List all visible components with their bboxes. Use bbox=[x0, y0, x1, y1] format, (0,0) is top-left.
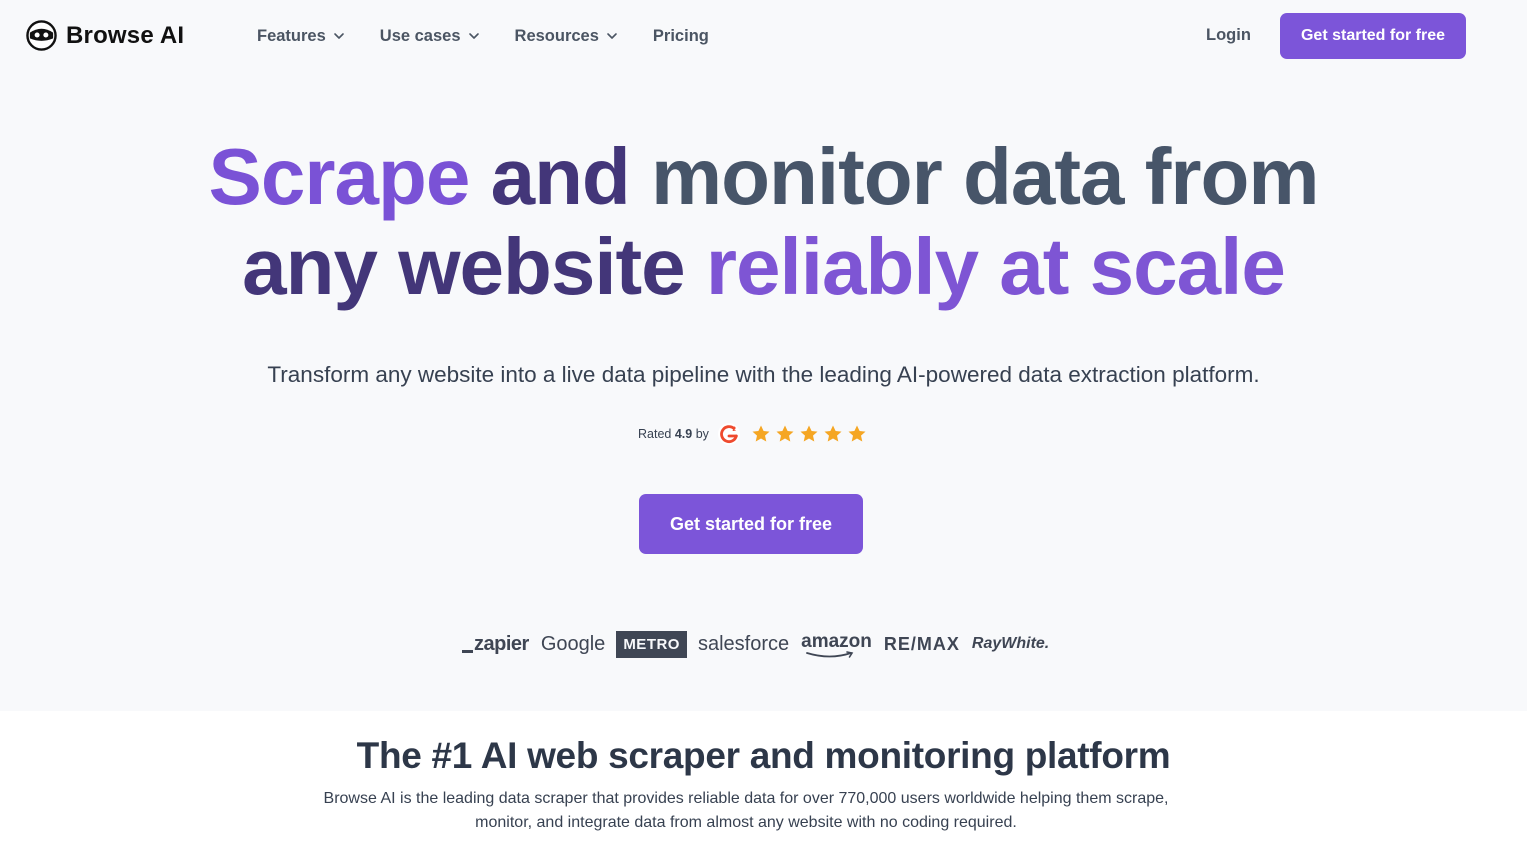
brand-name: Browse AI bbox=[66, 21, 185, 49]
chevron-down-icon bbox=[468, 33, 479, 39]
nav-item-resources[interactable]: Resources bbox=[515, 27, 619, 46]
hero-title-line-1: Scrape and monitor data from bbox=[0, 132, 1527, 222]
metro-logo: METRO bbox=[616, 630, 687, 658]
nav-item-label: Pricing bbox=[652, 26, 709, 45]
hero-word: Scrape bbox=[208, 132, 471, 221]
remax-logo: RE/MAX bbox=[883, 633, 960, 654]
nav-links: Features Use cases Resources Pricing bbox=[257, 0, 743, 72]
zapier-logo: zapier bbox=[462, 633, 529, 656]
star-icon bbox=[824, 425, 842, 442]
hero-subtitle: Transform any website into a live data p… bbox=[267, 362, 1260, 387]
top-navigation: Browse AI Features Use cases Resources P… bbox=[0, 0, 1527, 72]
google-logo: Google bbox=[540, 632, 606, 655]
get-started-nav-button[interactable]: Get started for free bbox=[1280, 13, 1466, 59]
customer-logos: zapier Google METRO salesforce amazon RE… bbox=[462, 628, 1061, 660]
rating-suffix: by bbox=[692, 427, 709, 441]
nav-item-label: Resources bbox=[514, 26, 599, 45]
star-icon bbox=[776, 425, 794, 442]
rating-value: 4.9 bbox=[674, 427, 693, 441]
amazon-smile-icon bbox=[806, 651, 854, 658]
hero-word: any website bbox=[242, 222, 686, 311]
g2-logo-icon: 2 bbox=[717, 423, 740, 445]
robot-logo-icon bbox=[26, 20, 57, 51]
rating-prefix: Rated bbox=[638, 427, 675, 441]
rating-text: Rated 4.9 by bbox=[638, 427, 709, 441]
raywhite-logo: RayWhite. bbox=[971, 635, 1050, 652]
star-icon bbox=[800, 425, 818, 442]
amazon-logo: amazon bbox=[801, 631, 872, 658]
section-description: Browse AI is the leading data scraper th… bbox=[323, 790, 1169, 831]
brand-logo-link[interactable]: Browse AI bbox=[26, 20, 184, 51]
nav-item-label: Use cases bbox=[379, 26, 461, 45]
salesforce-logo: salesforce bbox=[697, 632, 790, 655]
platform-intro-section: The #1 AI web scraper and monitoring pla… bbox=[0, 711, 1527, 861]
hero-word: at scale bbox=[978, 222, 1286, 311]
hero-title: Scrape and monitor data from any website… bbox=[0, 132, 1527, 312]
hero-word: monitor data from bbox=[629, 132, 1319, 221]
nav-item-pricing[interactable]: Pricing bbox=[653, 27, 709, 46]
browse-ai-landing-page: Browse AI Features Use cases Resources P… bbox=[0, 0, 1527, 861]
section-title: The #1 AI web scraper and monitoring pla… bbox=[356, 735, 1171, 776]
chevron-down-icon bbox=[607, 33, 617, 39]
g2-rating: Rated 4.9 by 2 bbox=[638, 420, 867, 448]
hero-word: reliably bbox=[684, 222, 979, 311]
nav-item-use-cases[interactable]: Use cases bbox=[380, 27, 481, 46]
nav-item-features[interactable]: Features bbox=[257, 27, 346, 46]
hero-title-line-2: any website reliably at scale bbox=[0, 222, 1527, 312]
get-started-hero-button[interactable]: Get started for free bbox=[639, 494, 863, 554]
star-icon bbox=[848, 425, 866, 442]
star-icon bbox=[752, 425, 770, 442]
nav-item-label: Features bbox=[257, 26, 326, 45]
login-link[interactable]: Login bbox=[1206, 26, 1251, 45]
hero-word: and bbox=[469, 132, 631, 221]
chevron-down-icon bbox=[333, 33, 344, 39]
